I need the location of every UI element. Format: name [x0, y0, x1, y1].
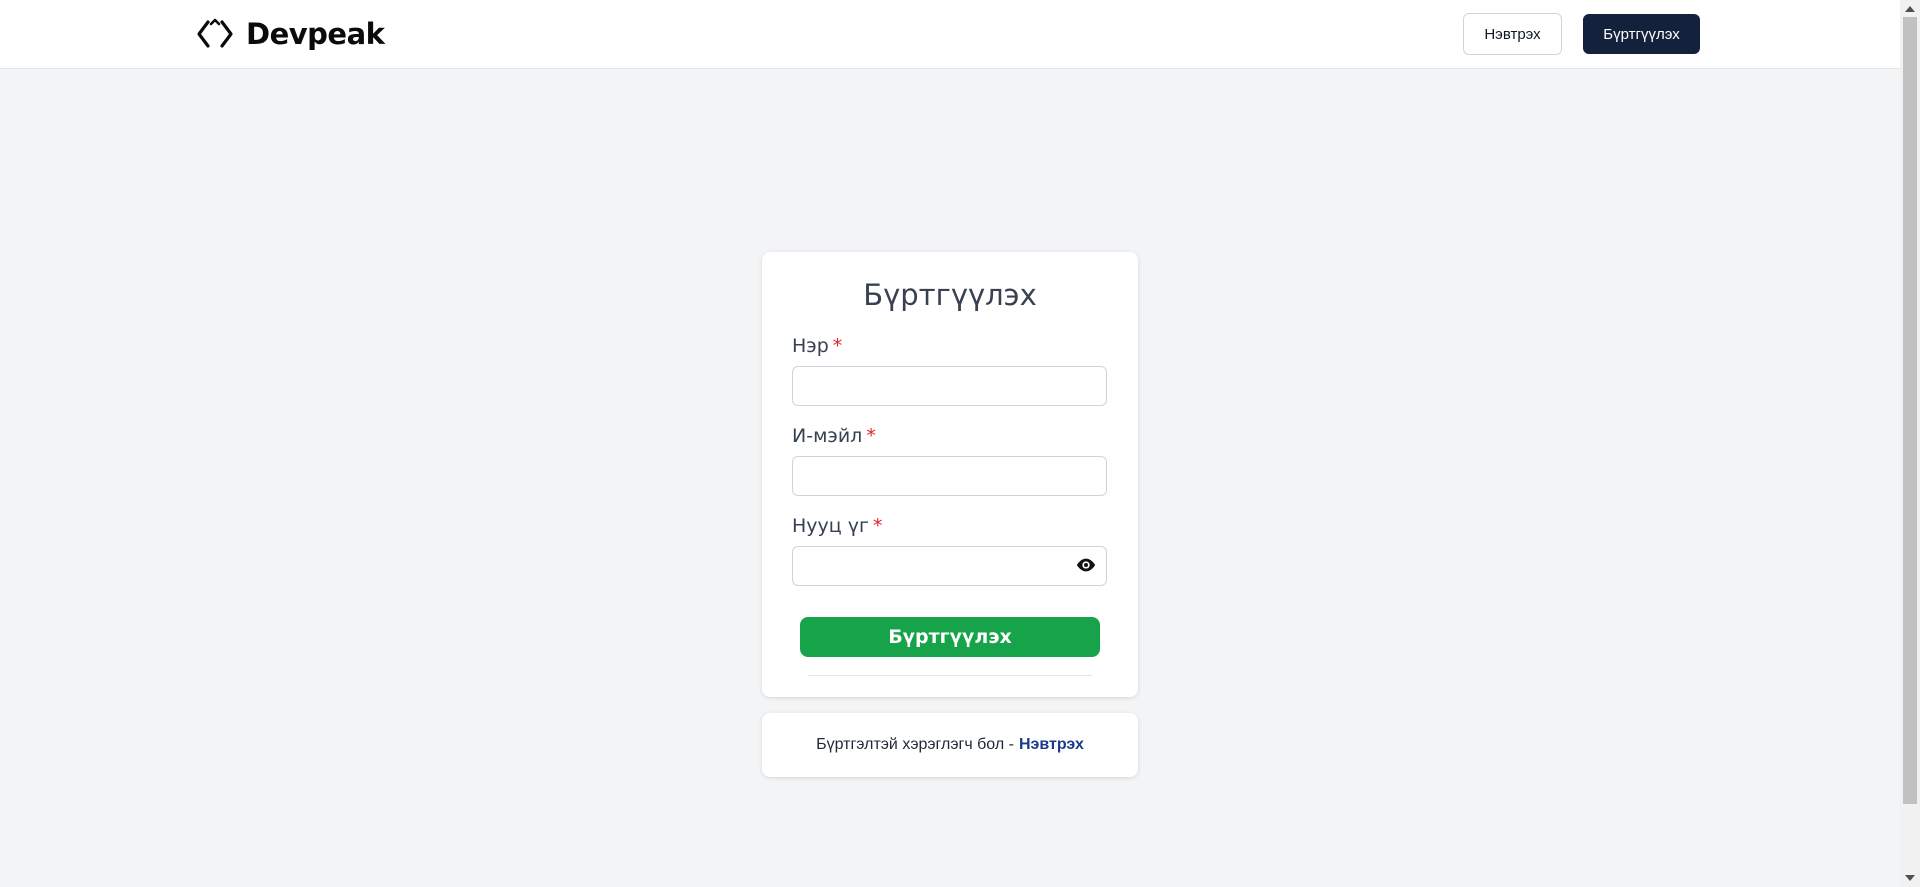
required-mark: * — [866, 425, 876, 447]
password-label-text: Нууц үг — [792, 515, 869, 537]
brand-logo[interactable]: Devpeak — [196, 16, 385, 52]
register-card: Бүртгүүлэх Нэр * И-мэйл * Нууц үг * Бүртгүү… — [762, 252, 1138, 697]
eye-icon[interactable] — [1075, 557, 1097, 573]
vertical-scrollbar[interactable] — [1900, 0, 1920, 887]
required-mark: * — [832, 335, 843, 357]
scroll-up-arrow-icon[interactable] — [1905, 6, 1915, 12]
register-submit-button[interactable]: Бүртгүүлэх — [800, 617, 1100, 657]
name-label: Нэр * — [792, 335, 842, 357]
name-input[interactable] — [792, 366, 1107, 406]
login-button[interactable]: Нэвтрэх — [1463, 13, 1562, 55]
login-prompt-card: Бүртгэлтэй хэрэглэгч бол - Нэвтрэх — [762, 713, 1138, 777]
code-brackets-icon — [197, 18, 233, 48]
email-label-text: И-мэйл — [792, 425, 863, 447]
login-prompt-text: Бүртгэлтэй хэрэглэгч бол - — [816, 736, 1014, 753]
register-nav-button[interactable]: Бүртгүүлэх — [1583, 14, 1700, 54]
required-mark: * — [872, 515, 883, 537]
form-title: Бүртгүүлэх — [863, 278, 1037, 312]
divider — [808, 675, 1092, 676]
email-label: И-мэйл * — [792, 425, 876, 447]
password-input[interactable] — [792, 546, 1107, 586]
scroll-thumb[interactable] — [1903, 17, 1917, 804]
email-input[interactable] — [792, 456, 1107, 496]
password-label: Нууц үг * — [792, 515, 882, 537]
top-navbar: Devpeak Нэвтрэх Бүртгүүлэх — [0, 0, 1900, 69]
login-link[interactable]: Нэвтрэх — [1019, 736, 1084, 754]
brand-name: Devpeak — [246, 17, 385, 51]
scroll-down-arrow-icon[interactable] — [1905, 875, 1915, 881]
name-label-text: Нэр — [792, 335, 829, 357]
